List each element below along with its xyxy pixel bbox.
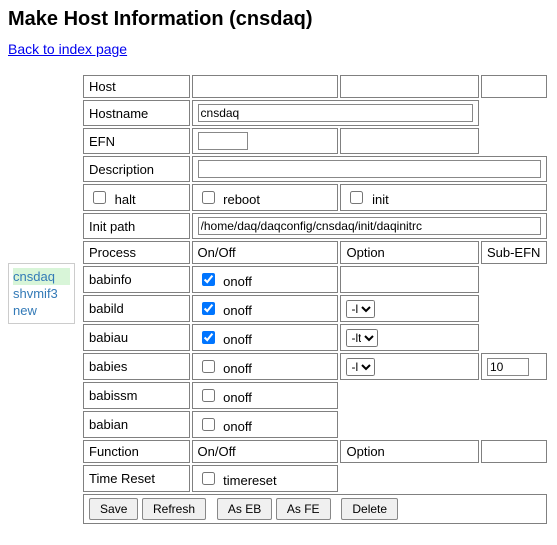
babies-subefn-input[interactable]: [487, 358, 529, 376]
proc-name: babild: [83, 295, 190, 322]
proc-row: babian onoff: [83, 411, 547, 438]
refresh-button[interactable]: Refresh: [142, 498, 206, 520]
reboot-label: reboot: [223, 192, 260, 207]
proc-name: babissm: [83, 382, 190, 409]
babild-option-select[interactable]: -l: [346, 300, 375, 318]
onoff-label: onoff: [223, 303, 252, 318]
hostname-input[interactable]: [198, 104, 473, 122]
as-eb-button[interactable]: As EB: [217, 498, 272, 520]
proc-row: babiau onoff -lt: [83, 324, 547, 351]
efn-input[interactable]: [198, 132, 248, 150]
onoff-label: onoff: [223, 390, 252, 405]
onoff-label: onoff: [223, 332, 252, 347]
func-name: Time Reset: [83, 465, 190, 492]
func-row: Time Reset timereset: [83, 465, 547, 492]
babild-onoff-checkbox[interactable]: [202, 302, 215, 315]
option-header: Option: [340, 241, 478, 264]
babiau-onoff-checkbox[interactable]: [202, 331, 215, 344]
initpath-input[interactable]: [198, 217, 541, 235]
halt-checkbox[interactable]: [93, 191, 106, 204]
host-header: Host: [83, 75, 190, 98]
timereset-checkbox[interactable]: [202, 472, 215, 485]
hostname-label: Hostname: [83, 100, 190, 126]
babissm-onoff-checkbox[interactable]: [202, 389, 215, 402]
sidebar-item-new[interactable]: new: [13, 302, 70, 319]
sidebar-item-cnsdaq[interactable]: cnsdaq: [13, 268, 70, 285]
desc-input[interactable]: [198, 160, 541, 178]
proc-row: babies onoff -l: [83, 353, 547, 380]
babian-onoff-checkbox[interactable]: [202, 418, 215, 431]
proc-row: babissm onoff: [83, 382, 547, 409]
babinfo-onoff-checkbox[interactable]: [202, 273, 215, 286]
onoff-header: On/Off: [192, 241, 339, 264]
function-header: Function: [83, 440, 190, 463]
proc-row: babinfo onoff: [83, 266, 547, 293]
onoff-label: onoff: [223, 361, 252, 376]
babies-onoff-checkbox[interactable]: [202, 360, 215, 373]
onoff-label: onoff: [223, 419, 252, 434]
timereset-label: timereset: [223, 473, 276, 488]
babies-option-select[interactable]: -l: [346, 358, 375, 376]
subefn-header: Sub-EFN: [481, 241, 547, 264]
save-button[interactable]: Save: [89, 498, 138, 520]
initpath-label: Init path: [83, 213, 190, 239]
back-link[interactable]: Back to index page: [8, 41, 127, 57]
sidebar-item-shvmif3[interactable]: shvmif3: [13, 285, 70, 302]
process-header: Process: [83, 241, 190, 264]
proc-name: babinfo: [83, 266, 190, 293]
config-table: Host Hostname EFN Description: [81, 73, 549, 526]
desc-label: Description: [83, 156, 190, 182]
proc-name: babian: [83, 411, 190, 438]
host-sidebar: cnsdaq shvmif3 new: [8, 263, 75, 324]
init-label: init: [372, 192, 389, 207]
as-fe-button[interactable]: As FE: [276, 498, 331, 520]
delete-button[interactable]: Delete: [341, 498, 398, 520]
onoff-label: onoff: [223, 274, 252, 289]
proc-name: babies: [83, 353, 190, 380]
func-option-header: Option: [340, 440, 478, 463]
reboot-checkbox[interactable]: [202, 191, 215, 204]
efn-label: EFN: [83, 128, 190, 154]
proc-row: babild onoff -l: [83, 295, 547, 322]
init-checkbox[interactable]: [350, 191, 363, 204]
page-title: Make Host Information (cnsdaq): [8, 8, 549, 31]
babiau-option-select[interactable]: -lt: [346, 329, 378, 347]
halt-label: halt: [115, 192, 136, 207]
proc-name: babiau: [83, 324, 190, 351]
func-onoff-header: On/Off: [192, 440, 339, 463]
